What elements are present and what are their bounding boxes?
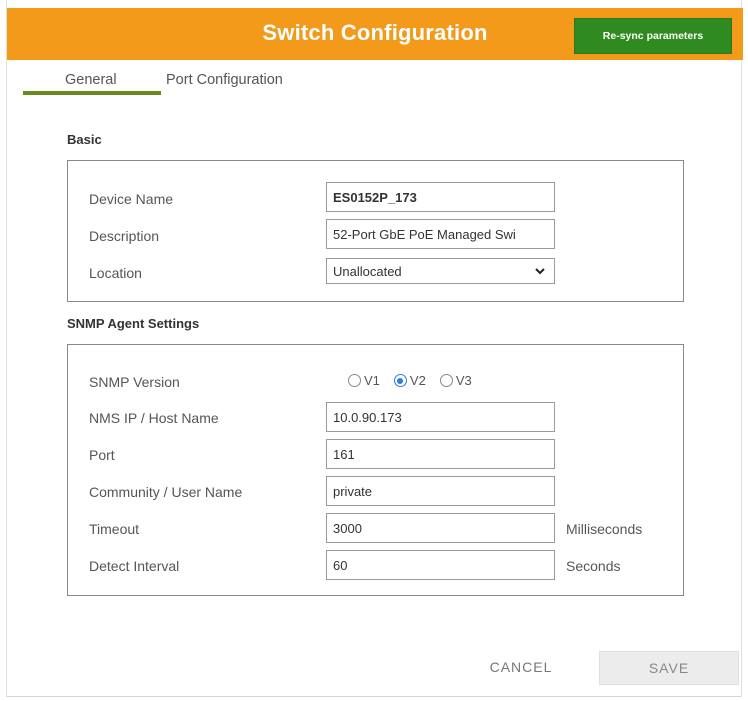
radio-v3[interactable] bbox=[439, 374, 453, 387]
tab-port-configuration[interactable]: Port Configuration bbox=[166, 72, 283, 88]
snmp-version-v2-option[interactable]: V2 bbox=[393, 373, 426, 388]
radio-v3-label: V3 bbox=[455, 373, 472, 388]
dialog-header: Switch Configuration Re-sync parameters bbox=[7, 8, 743, 60]
snmp-panel: SNMP Version V1 V2 V3 NMS IP / Host Name… bbox=[67, 344, 684, 596]
snmp-version-radio-group: V1 V2 V3 bbox=[348, 373, 486, 388]
detect-interval-field[interactable]: 60 bbox=[326, 550, 555, 580]
port-field[interactable]: 161 bbox=[326, 439, 555, 469]
snmp-version-v3-option[interactable]: V3 bbox=[439, 373, 472, 388]
basic-panel: Device Name ES0152P_173 Description 52-P… bbox=[67, 160, 684, 302]
active-tab-indicator bbox=[23, 91, 161, 95]
switch-configuration-dialog: Switch Configuration Re-sync parameters … bbox=[6, 0, 743, 697]
nms-ip-label: NMS IP / Host Name bbox=[89, 410, 219, 426]
device-name-field[interactable]: ES0152P_173 bbox=[326, 182, 555, 212]
snmp-version-v1-option[interactable]: V1 bbox=[348, 373, 380, 388]
nms-ip-field[interactable]: 10.0.90.173 bbox=[326, 402, 555, 432]
snmp-section-title: SNMP Agent Settings bbox=[67, 316, 200, 331]
community-label: Community / User Name bbox=[89, 484, 243, 500]
timeout-label: Timeout bbox=[89, 521, 140, 537]
snmp-version-label: SNMP Version bbox=[89, 374, 180, 390]
device-name-label: Device Name bbox=[89, 191, 174, 207]
timeout-unit: Milliseconds bbox=[566, 521, 643, 537]
cancel-button[interactable]: CANCEL bbox=[481, 653, 561, 681]
tab-general[interactable]: General bbox=[65, 72, 117, 88]
description-field[interactable]: 52-Port GbE PoE Managed Swi bbox=[326, 219, 555, 249]
tab-bar: General Port Configuration bbox=[21, 64, 521, 98]
save-button[interactable]: SAVE bbox=[599, 651, 739, 685]
chevron-down-icon bbox=[535, 268, 545, 275]
radio-v1[interactable] bbox=[348, 374, 361, 387]
location-select[interactable]: Unallocated bbox=[326, 258, 555, 284]
basic-section-title: Basic bbox=[67, 132, 102, 147]
radio-v2-label: V2 bbox=[409, 373, 426, 388]
description-label: Description bbox=[89, 228, 160, 244]
community-field[interactable]: private bbox=[326, 476, 555, 506]
timeout-field[interactable]: 3000 bbox=[326, 513, 555, 543]
resync-parameters-button[interactable]: Re-sync parameters bbox=[574, 18, 732, 54]
radio-v1-label: V1 bbox=[364, 373, 380, 388]
location-label: Location bbox=[89, 265, 142, 281]
port-label: Port bbox=[89, 447, 115, 463]
location-select-value: Unallocated bbox=[333, 263, 402, 279]
detect-interval-label: Detect Interval bbox=[89, 558, 180, 574]
detect-interval-unit: Seconds bbox=[566, 558, 621, 574]
radio-v2[interactable] bbox=[393, 374, 407, 387]
